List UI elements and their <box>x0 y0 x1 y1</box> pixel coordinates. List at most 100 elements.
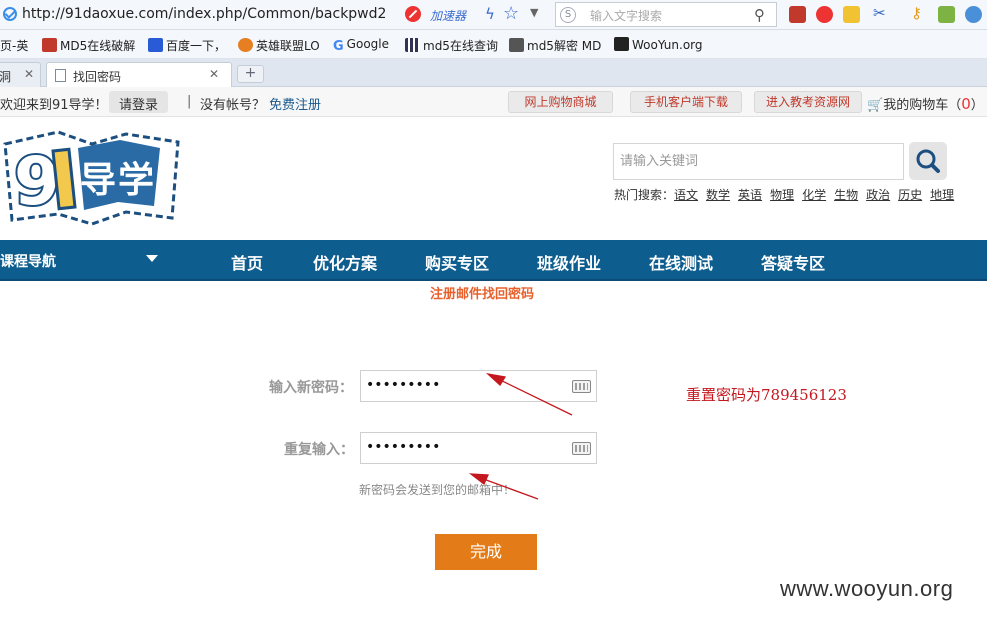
chevron-down-icon[interactable]: ▼ <box>530 6 538 19</box>
bookmark-item[interactable]: G Google <box>333 37 389 54</box>
tab-previous[interactable]: 洞 ✕ <box>0 62 41 87</box>
page-icon <box>55 69 66 82</box>
bookmark-item[interactable]: md5解密 MD <box>509 37 601 54</box>
close-icon[interactable]: ✕ <box>209 67 219 81</box>
new-password-input[interactable]: ••••••••• <box>360 370 597 402</box>
browser-search-input[interactable]: S 输入文字搜索 ⚲ <box>555 2 777 27</box>
shop-button[interactable]: 网上购物商城 <box>508 91 613 113</box>
keyboard-icon[interactable] <box>572 380 591 393</box>
hot-search-label: 热门搜索： <box>614 188 675 202</box>
cart-close-paren: ） <box>970 98 984 113</box>
cart-count: 0 <box>961 95 971 113</box>
cloud-icon[interactable] <box>965 6 982 23</box>
cart-label: 我的购物车（ <box>883 98 962 113</box>
nav-item-tests[interactable]: 在线测试 <box>649 250 713 274</box>
key-icon[interactable]: ⚷ <box>911 4 928 22</box>
hot-keyword[interactable]: 地理 <box>930 188 954 202</box>
nav-item-home[interactable]: 首页 <box>231 250 263 274</box>
bookmark-label: 百度一下， <box>166 39 227 53</box>
nav-item-purchase[interactable]: 购买专区 <box>425 250 489 274</box>
baidu-icon <box>148 38 163 52</box>
bookmark-item[interactable]: WooYun.org <box>614 37 703 52</box>
site-search-input[interactable]: 请输入关键词 <box>613 143 904 180</box>
nav-item-plans[interactable]: 优化方案 <box>313 250 377 274</box>
hot-keyword[interactable]: 化学 <box>802 188 826 202</box>
nav-item-homework[interactable]: 班级作业 <box>537 250 601 274</box>
bookmark-label: WooYun.org <box>632 38 703 52</box>
logo-char-xue: 学 <box>118 159 154 201</box>
md5-decrypt-icon <box>509 38 524 52</box>
watermark: www.wooyun.org <box>780 576 954 601</box>
bookmark-item[interactable]: MD5在线破解 <box>42 37 135 54</box>
tab-title: 找回密码 <box>73 70 122 84</box>
form-title: 注册邮件找回密码 <box>430 287 535 302</box>
resources-button[interactable]: 进入教考资源网 <box>754 91 862 113</box>
download-icon[interactable] <box>843 6 860 23</box>
hot-keyword[interactable]: 政治 <box>866 188 890 202</box>
scissors-icon[interactable]: ✂ <box>873 4 890 22</box>
hot-keyword[interactable]: 生物 <box>834 188 858 202</box>
hot-search: 热门搜索：语文 数学 英语 物理 化学 生物 政治 历史 地理 <box>614 186 962 203</box>
form-hint: 新密码会发送到您的邮箱中！ <box>359 483 516 497</box>
divider: | <box>187 94 192 109</box>
star-icon[interactable]: ☆ <box>503 3 519 24</box>
site-search-button[interactable] <box>909 142 947 180</box>
nav-item-qa[interactable]: 答疑专区 <box>761 250 825 274</box>
bookmark-label: 英雄联盟LO <box>256 39 320 53</box>
login-button[interactable]: 请登录 <box>109 91 169 113</box>
address-bar: http://91daoxue.com/index.php/Common/bac… <box>0 0 987 30</box>
tab-title: 洞 <box>0 70 12 84</box>
course-nav-dropdown[interactable]: 课程导航 <box>0 251 56 271</box>
bookmark-item[interactable]: 英雄联盟LO <box>238 37 320 54</box>
search-icon[interactable]: ⚲ <box>754 6 765 24</box>
hot-keyword[interactable]: 物理 <box>770 188 794 202</box>
search-icon <box>916 149 940 173</box>
url-field[interactable]: http://91daoxue.com/index.php/Common/bac… <box>22 6 386 22</box>
new-password-value: ••••••••• <box>366 377 441 393</box>
extension-icon[interactable] <box>789 6 806 23</box>
hot-keyword[interactable]: 数学 <box>706 188 730 202</box>
bookmark-item[interactable]: md5在线查询 <box>405 37 498 54</box>
bookmark-label: md5解密 MD <box>527 39 602 53</box>
wooyun-icon <box>614 37 629 51</box>
bookmark-label: 页-英 <box>0 39 29 53</box>
bookmark-label: MD5在线破解 <box>60 39 136 53</box>
site-logo[interactable]: 9 9 导 学 <box>0 126 185 230</box>
accelerator-button[interactable]: 加速器 <box>430 7 466 24</box>
bookmarks-bar: 页-英 MD5在线破解 百度一下， 英雄联盟LO G Google md5在线查询… <box>0 30 987 59</box>
welcome-text: 欢迎来到91导学！ <box>0 98 108 113</box>
cart-link[interactable]: 🛒我的购物车（0） <box>867 94 984 113</box>
no-account-text: 没有帐号？ <box>200 98 266 113</box>
hot-keyword[interactable]: 英语 <box>738 188 762 202</box>
repeat-password-value: ••••••••• <box>366 439 441 455</box>
tab-bar: 洞 ✕ 找回密码 ✕ + <box>0 59 987 87</box>
logo-graphic: 9 9 导 学 <box>3 130 180 226</box>
site-top-bar: 欢迎来到91导学！ 请登录 | 没有帐号？ 免费注册 网上购物商城 手机客户端下… <box>0 87 987 117</box>
keyboard-icon[interactable] <box>572 442 591 455</box>
browser-search-placeholder: 输入文字搜索 <box>590 9 663 23</box>
register-link[interactable]: 免费注册 <box>269 94 321 113</box>
mobile-download-button[interactable]: 手机客户端下载 <box>630 91 742 113</box>
bookmark-item[interactable]: 页-英 <box>0 37 28 54</box>
new-tab-button[interactable]: + <box>237 65 264 83</box>
lol-icon <box>238 38 253 52</box>
google-icon: G <box>333 39 344 54</box>
tab-current[interactable]: 找回密码 ✕ <box>46 62 232 87</box>
repeat-password-input[interactable]: ••••••••• <box>360 432 597 464</box>
search-engine-icon[interactable]: S <box>560 7 576 23</box>
bolt-icon[interactable]: ϟ <box>485 5 495 23</box>
close-icon[interactable]: ✕ <box>24 67 34 81</box>
hot-keyword[interactable]: 语文 <box>674 188 698 202</box>
logo-char-dao: 导 <box>80 160 116 201</box>
bookmark-item[interactable]: 百度一下， <box>148 37 226 54</box>
block-extension-icon[interactable] <box>816 6 833 23</box>
bookmark-label: md5在线查询 <box>423 39 498 53</box>
submit-button[interactable]: 完成 <box>435 534 537 570</box>
caret-down-icon[interactable] <box>146 255 158 262</box>
hot-keyword[interactable]: 历史 <box>898 188 922 202</box>
cart-icon: 🛒 <box>867 98 884 113</box>
game-icon[interactable] <box>938 6 955 23</box>
ad-block-icon[interactable] <box>405 6 421 22</box>
annotation-text: 重置密码为789456123 <box>686 386 847 404</box>
md5-icon <box>42 38 57 52</box>
